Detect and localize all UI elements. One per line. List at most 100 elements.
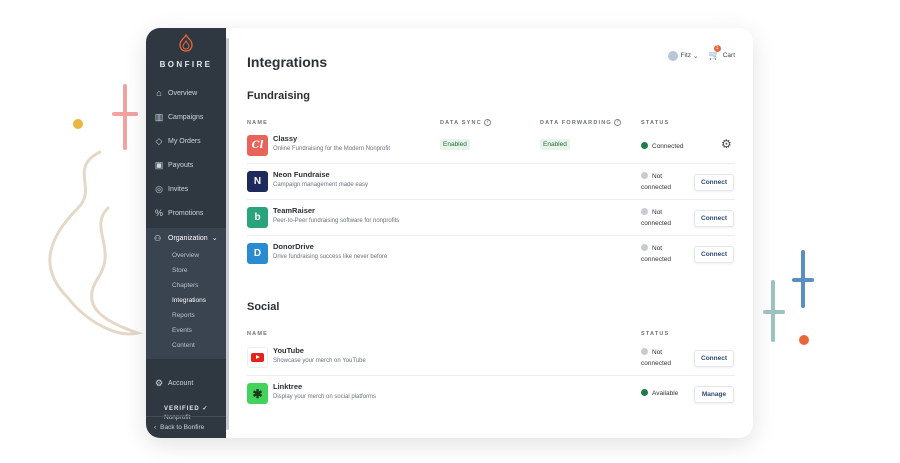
status-text: Available <box>652 390 679 397</box>
column-header-label: DATA SYNC <box>440 119 482 126</box>
connect-button[interactable]: Connect <box>694 350 734 367</box>
decorative-dot <box>799 335 809 345</box>
sidebar-item-label: Promotions <box>168 209 204 217</box>
user-menu[interactable]: Fitz <box>681 52 691 59</box>
data-forwarding-badge: Enabled <box>540 139 570 150</box>
integration-row-youtube: YouTube Showcase your merch on YouTube N… <box>247 340 735 376</box>
integration-name: TeamRaiser <box>273 206 315 215</box>
integration-description: Drive fundraising success like never bef… <box>273 254 388 260</box>
back-to-bonfire-link[interactable]: ‹ Back to Bonfire <box>146 416 226 438</box>
sidebar-item-overview[interactable]: ⌂ Overview <box>146 81 226 105</box>
cart-label: Cart <box>722 52 735 59</box>
integration-name: YouTube <box>273 346 304 355</box>
column-header-status: STATUS <box>641 120 670 126</box>
status-dot <box>641 142 648 149</box>
sidebar-subitem-integrations[interactable]: Integrations <box>146 293 226 308</box>
gear-icon[interactable]: ⚙ <box>721 137 732 151</box>
column-header-label: DATA FORWARDING <box>540 119 612 126</box>
status-text: Connected <box>652 143 684 150</box>
chevron-down-icon: ⌄ <box>693 52 699 60</box>
integration-description: Display your merch on social platforms <box>273 394 377 400</box>
manage-button[interactable]: Manage <box>694 386 734 403</box>
avatar[interactable] <box>667 50 678 61</box>
home-icon: ⌂ <box>156 88 162 98</box>
cart-count-badge: 1 <box>713 45 721 52</box>
status-dot <box>641 389 648 396</box>
sidebar-item-label: Campaigns <box>168 113 204 121</box>
column-header-name: NAME <box>247 331 268 337</box>
integration-row-classy: Cl Classy Online Fundraising for the Mod… <box>247 128 735 164</box>
youtube-logo <box>247 347 268 368</box>
connect-button[interactable]: Connect <box>694 210 734 227</box>
section-title-social: Social <box>247 301 280 313</box>
status-dot <box>641 172 648 179</box>
classy-logo: Cl <box>247 135 268 156</box>
stage: BONFIRE ⌂ Overview ▥ Campaigns ◇ My Orde… <box>0 0 900 463</box>
app-window: BONFIRE ⌂ Overview ▥ Campaigns ◇ My Orde… <box>146 28 753 438</box>
flame-icon <box>179 33 193 52</box>
sidebar-subitem-reports[interactable]: Reports <box>146 308 226 323</box>
sidebar-item-account[interactable]: ⚙ Account <box>146 371 226 395</box>
bar-chart-icon: ▥ <box>154 112 164 122</box>
sidebar-item-label: Invites <box>168 185 189 193</box>
integration-name: Neon Fundraise <box>273 170 330 179</box>
sidebar-item-label: Account <box>168 379 194 387</box>
payouts-icon: ▣ <box>154 160 164 170</box>
status-text: connected <box>641 220 671 227</box>
decorative-cross <box>763 280 785 342</box>
integration-name: Classy <box>273 134 298 143</box>
sidebar-item-label: Organization <box>168 234 208 242</box>
check-shield-icon: ✓ <box>202 406 209 412</box>
sidebar-item-label: My Orders <box>168 137 201 145</box>
column-header-data-sync: DATA SYNC? <box>440 119 491 126</box>
status-dot <box>641 208 648 215</box>
integration-description: Campaign management made easy <box>273 182 369 188</box>
integration-row-teamraiser: b TeamRaiser Peer-to-Peer fundraising so… <box>247 200 735 236</box>
integration-row-donordrive: D DonorDrive Drive fundraising success l… <box>247 236 735 272</box>
info-icon[interactable]: ? <box>613 119 621 126</box>
sidebar-item-organization[interactable]: ⚇ Organization ⌄ <box>146 228 226 248</box>
sidebar-item-payouts[interactable]: ▣ Payouts <box>146 153 226 177</box>
sidebar-subitem-events[interactable]: Events <box>146 323 226 338</box>
neon-logo: N <box>247 171 268 192</box>
connect-button[interactable]: Connect <box>694 174 734 191</box>
sidebar-subitem-content[interactable]: Content <box>146 338 226 353</box>
brand-logo[interactable]: BONFIRE <box>146 28 226 69</box>
sidebar-subitem-overview[interactable]: Overview <box>146 248 226 263</box>
decorative-squiggle <box>48 150 144 336</box>
page-title: Integrations <box>247 54 328 70</box>
sidebar-item-invites[interactable]: ◎ Invites <box>146 177 226 201</box>
integration-row-neon-fundraise: N Neon Fundraise Campaign management mad… <box>247 164 735 200</box>
main-content: Fitz ⌄ 🛒 1 Cart Integrations Fundraising… <box>226 28 753 438</box>
info-icon[interactable]: ? <box>483 119 491 126</box>
data-sync-badge: Enabled <box>440 139 470 150</box>
status-indicator: Not connected <box>641 207 671 229</box>
status-indicator: Connected <box>641 141 683 152</box>
section-title-fundraising: Fundraising <box>247 90 310 102</box>
decorative-cross <box>112 84 138 150</box>
sidebar-item-campaigns[interactable]: ▥ Campaigns <box>146 105 226 129</box>
sidebar-subitem-store[interactable]: Store <box>146 263 226 278</box>
integration-description: Online Fundraising for the Modern Nonpro… <box>273 146 391 152</box>
cart-button[interactable]: 🛒 1 Cart <box>709 45 735 61</box>
status-indicator: Not connected <box>641 347 671 369</box>
sidebar-item-promotions[interactable]: % Promotions <box>146 201 226 225</box>
integration-description: Peer-to-Peer fundraising software for no… <box>273 218 400 224</box>
organization-section: ⚇ Organization ⌄ Overview Store Chapters… <box>146 228 226 359</box>
decorative-cross <box>792 250 814 308</box>
tag-icon: ◇ <box>155 136 163 146</box>
sidebar-nav: ⌂ Overview ▥ Campaigns ◇ My Orders ▣ Pay… <box>146 81 226 421</box>
brand-name: BONFIRE <box>159 60 213 69</box>
status-indicator: Not connected <box>641 243 671 265</box>
status-text: Not <box>652 349 663 356</box>
sidebar-subitem-chapters[interactable]: Chapters <box>146 278 226 293</box>
back-label: Back to Bonfire <box>160 424 205 431</box>
integration-name: Linktree <box>273 382 303 391</box>
status-indicator: Available <box>641 388 678 399</box>
youtube-icon <box>251 353 264 362</box>
status-text: connected <box>641 256 671 263</box>
status-text: Not <box>652 209 663 216</box>
connect-button[interactable]: Connect <box>694 246 734 263</box>
integration-description: Showcase your merch on YouTube <box>273 358 366 364</box>
sidebar-item-my-orders[interactable]: ◇ My Orders <box>146 129 226 153</box>
